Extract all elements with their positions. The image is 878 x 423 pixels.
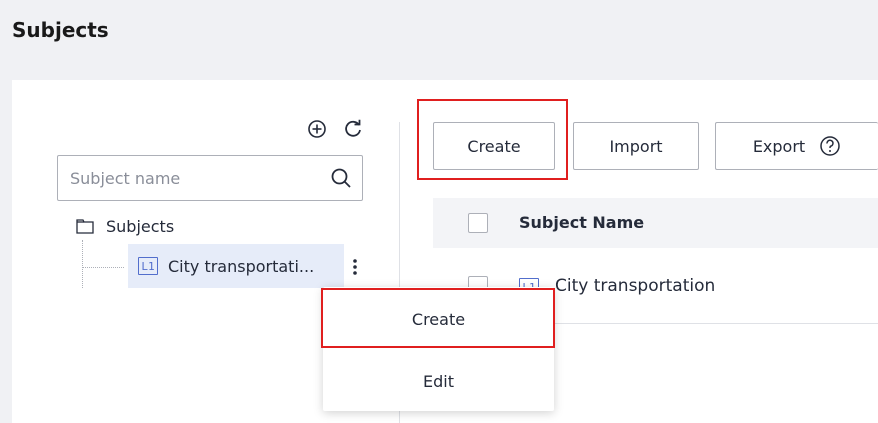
refresh-icon[interactable] — [342, 118, 364, 140]
create-button[interactable]: Create — [433, 122, 555, 170]
menu-item-edit[interactable]: Edit — [323, 353, 554, 409]
more-vertical-icon[interactable] — [350, 256, 360, 278]
tree-connector — [82, 267, 124, 268]
tree-connector — [82, 240, 83, 288]
menu-item-create[interactable]: Create — [323, 291, 554, 347]
folder-icon — [76, 219, 94, 234]
tree-item-city-transportation[interactable]: L1 City transportati... — [128, 244, 344, 288]
tree-root-node[interactable]: Subjects — [76, 215, 174, 237]
export-button-label: Export — [752, 136, 806, 156]
column-header-subject-name: Subject Name — [519, 213, 645, 232]
tree-root-label: Subjects — [106, 216, 175, 236]
level-badge: L1 — [138, 257, 158, 275]
import-button[interactable]: Import — [573, 122, 699, 170]
page-title: Subjects — [12, 18, 109, 42]
tree-toolbar — [306, 118, 364, 140]
select-all-checkbox[interactable] — [468, 213, 488, 233]
context-menu: Create Edit — [323, 287, 554, 411]
help-icon[interactable] — [819, 135, 841, 157]
table-header: Subject Name — [433, 198, 878, 248]
add-circle-icon[interactable] — [306, 118, 328, 140]
create-button-label: Create — [467, 136, 521, 156]
import-button-label: Import — [609, 136, 663, 156]
search-icon[interactable] — [330, 167, 352, 189]
export-button[interactable]: Export — [715, 122, 878, 170]
search-field — [57, 155, 363, 201]
tree-item-label: City transportati... — [168, 256, 315, 276]
row-subject-name: City transportation — [555, 276, 716, 296]
search-input[interactable] — [70, 156, 320, 200]
